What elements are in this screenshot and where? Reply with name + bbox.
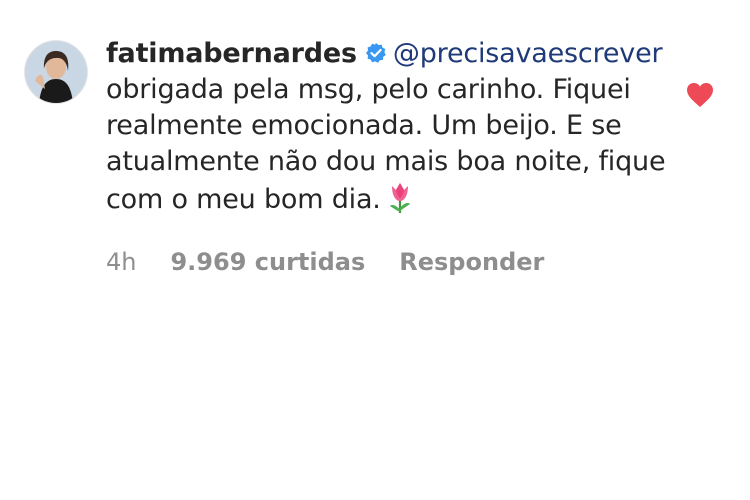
avatar-image — [25, 41, 87, 103]
verified-badge-icon — [365, 43, 386, 63]
comment-text: obrigada pela msg, pelo carinho. Fiquei … — [106, 74, 666, 215]
tulip-icon — [389, 183, 410, 213]
comment-text-block: fatimabernardes @precisavaescrever obrig… — [106, 36, 676, 218]
comment-meta: 4h 9.969 curtidas Responder — [106, 248, 676, 276]
timestamp: 4h — [106, 248, 137, 276]
avatar[interactable] — [24, 40, 88, 104]
mention-link[interactable]: @precisavaescrever — [393, 38, 663, 69]
reply-button[interactable]: Responder — [399, 248, 544, 276]
comment: fatimabernardes @precisavaescrever obrig… — [0, 0, 750, 500]
heart-icon[interactable] — [686, 82, 714, 108]
likes-count[interactable]: 9.969 curtidas — [170, 248, 365, 276]
comment-body: fatimabernardes @precisavaescrever obrig… — [106, 36, 676, 276]
username-link[interactable]: fatimabernardes — [106, 38, 357, 69]
